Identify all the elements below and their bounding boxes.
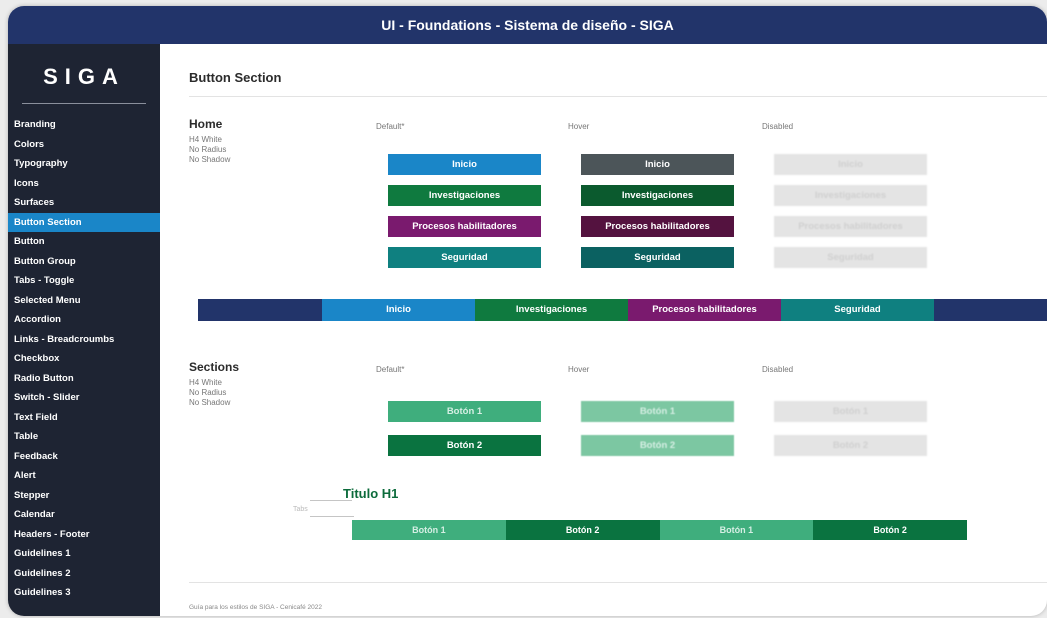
- example-tab[interactable]: Botón 1: [659, 520, 814, 540]
- sidebar-item[interactable]: Table: [8, 427, 160, 447]
- default-button[interactable]: Botón 2: [388, 435, 541, 456]
- disabled-button: Procesos habilitadores: [774, 216, 927, 237]
- disabled-button: Botón 2: [774, 435, 927, 456]
- sidebar-item[interactable]: Guidelines 3: [8, 583, 160, 603]
- sidebar-item[interactable]: Button Section: [8, 212, 160, 232]
- siga-logo: SIGA: [43, 64, 125, 89]
- note-line: No Radius: [189, 388, 227, 397]
- note-line: No Shadow: [189, 398, 231, 407]
- example-tab-bar: Botón 1 Botón 2 Botón 1 Botón 2: [352, 520, 967, 540]
- page-title: Button Section: [189, 70, 282, 85]
- hover-button[interactable]: Botón 1: [581, 401, 734, 422]
- sidebar-item[interactable]: Radio Button: [8, 369, 160, 389]
- sidebar-item[interactable]: Selected Menu: [8, 291, 160, 311]
- default-button[interactable]: Inicio: [388, 154, 541, 175]
- column-label-disabled: Disabled: [762, 365, 794, 374]
- default-button[interactable]: Botón 1: [388, 401, 541, 422]
- disabled-button: Seguridad: [774, 247, 927, 268]
- sidebar-item[interactable]: Colors: [8, 135, 160, 155]
- column-label-hover: Hover: [568, 122, 590, 131]
- sidebar-item[interactable]: Checkbox: [8, 349, 160, 369]
- navbar-item[interactable]: Inicio: [322, 299, 475, 321]
- window-title: UI - Foundations - Sistema de diseño - S…: [8, 6, 1047, 44]
- sidebar-item[interactable]: Guidelines 1: [8, 544, 160, 564]
- sidebar-item[interactable]: Alert: [8, 466, 160, 486]
- column-label-default: Default*: [376, 365, 405, 374]
- sections-section-notes: H4 White No Radius No Shadow: [189, 378, 230, 408]
- sidebar-item[interactable]: Guidelines 2: [8, 564, 160, 584]
- navbar-item[interactable]: Procesos habilitadores: [628, 299, 781, 321]
- sidebar-item[interactable]: Tabs - Toggle: [8, 271, 160, 291]
- note-line: H4 White: [189, 378, 222, 387]
- annotation-label: Tabs: [293, 506, 308, 513]
- navigation-bar: Inicio Investigaciones Procesos habilitado…: [198, 299, 1047, 321]
- home-section-title: Home: [189, 117, 223, 131]
- divider: [189, 96, 1047, 97]
- sidebar-item[interactable]: Text Field: [8, 408, 160, 428]
- column-label-disabled: Disabled: [762, 122, 794, 131]
- example-tab[interactable]: Botón 2: [813, 520, 967, 540]
- sidebar-nav: Branding Colors Typography Icons Surfaces But…: [8, 115, 160, 603]
- sidebar-item[interactable]: Branding: [8, 115, 160, 135]
- column-label-default: Default*: [376, 122, 405, 131]
- hover-button[interactable]: Procesos habilitadores: [581, 216, 734, 237]
- sections-section-title: Sections: [189, 360, 240, 374]
- sidebar-item[interactable]: Button: [8, 232, 160, 252]
- hover-button[interactable]: Botón 2: [581, 435, 734, 456]
- sidebar-item[interactable]: Accordion: [8, 310, 160, 330]
- divider: [189, 582, 1047, 583]
- note-line: H4 White: [189, 135, 222, 144]
- divider: [22, 103, 146, 104]
- sidebar-item[interactable]: Typography: [8, 154, 160, 174]
- app-window: UI - Foundations - Sistema de diseño - S…: [8, 6, 1047, 616]
- sidebar-item[interactable]: Stepper: [8, 486, 160, 506]
- default-button[interactable]: Seguridad: [388, 247, 541, 268]
- main-content: Button Section Home H4 White No Radius N…: [160, 44, 1047, 616]
- sidebar-item[interactable]: Headers - Footer: [8, 525, 160, 545]
- column-label-hover: Hover: [568, 365, 590, 374]
- sidebar-item[interactable]: Button Group: [8, 252, 160, 272]
- sidebar-item[interactable]: Surfaces: [8, 193, 160, 213]
- hover-button[interactable]: Investigaciones: [581, 185, 734, 206]
- sidebar-item[interactable]: Switch - Slider: [8, 388, 160, 408]
- disabled-button: Botón 1: [774, 401, 927, 422]
- example-title: Titulo H1: [343, 486, 399, 501]
- hover-button[interactable]: Seguridad: [581, 247, 734, 268]
- footer-text: Guía para los estilos de SIGA - Cenicafé…: [189, 604, 322, 611]
- sidebar-item[interactable]: Links - Breadcroumbs: [8, 330, 160, 350]
- default-button[interactable]: Procesos habilitadores: [388, 216, 541, 237]
- navbar-item[interactable]: Investigaciones: [475, 299, 628, 321]
- disabled-button: Investigaciones: [774, 185, 927, 206]
- note-line: No Radius: [189, 145, 227, 154]
- disabled-button: Inicio: [774, 154, 927, 175]
- hover-button[interactable]: Inicio: [581, 154, 734, 175]
- annotation-line: [310, 516, 354, 517]
- sidebar-item[interactable]: Calendar: [8, 505, 160, 525]
- navbar-item[interactable]: Seguridad: [781, 299, 934, 321]
- example-tab[interactable]: Botón 2: [505, 520, 660, 540]
- sidebar-item[interactable]: Feedback: [8, 447, 160, 467]
- default-button[interactable]: Investigaciones: [388, 185, 541, 206]
- sidebar: SIGA Branding Colors Typography Icons Surfac…: [8, 44, 160, 616]
- note-line: No Shadow: [189, 155, 231, 164]
- sidebar-item[interactable]: Icons: [8, 174, 160, 194]
- example-tab[interactable]: Botón 1: [352, 520, 506, 540]
- home-section-notes: H4 White No Radius No Shadow: [189, 135, 230, 165]
